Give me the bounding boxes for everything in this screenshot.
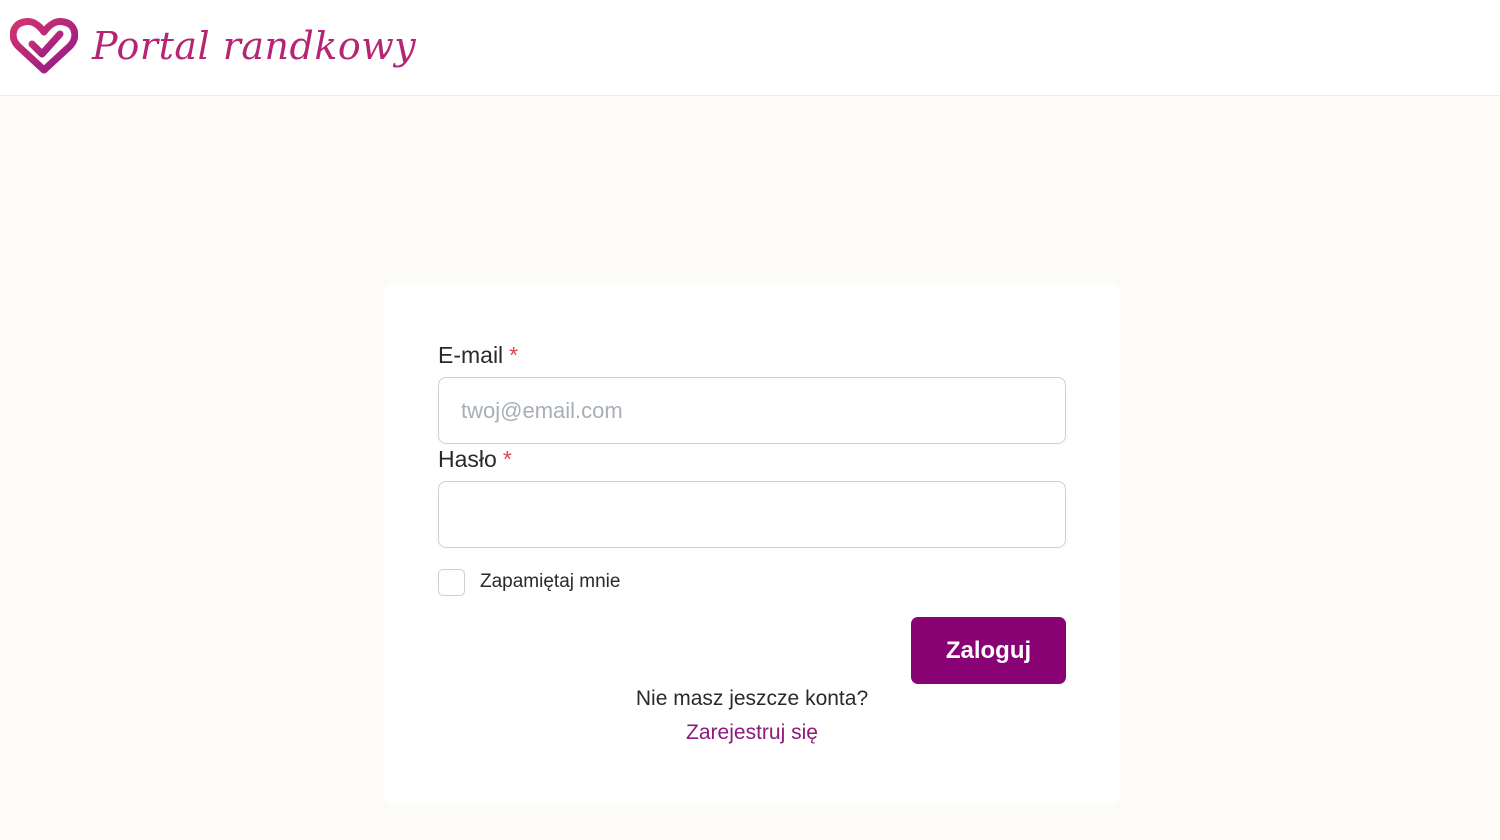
email-label: E-mail * — [438, 342, 518, 369]
login-card: E-mail* Hasło* Zapamiętaj mnie Zaloguj N… — [384, 284, 1120, 804]
logo-text: Portal randkowy — [92, 24, 417, 68]
main-content: E-mail* Hasło* Zapamiętaj mnie Zaloguj N… — [0, 97, 1500, 840]
password-label: Hasło * — [438, 446, 512, 473]
heart-logo-icon — [9, 16, 79, 81]
email-label-text: E-mail — [438, 342, 504, 368]
site-logo[interactable]: Portal randkowy — [9, 16, 417, 88]
required-mark: * — [509, 342, 519, 368]
remember-me-checkbox[interactable] — [438, 569, 465, 596]
password-field[interactable] — [438, 481, 1066, 548]
site-header: Portal randkowy — [0, 0, 1500, 96]
password-label-text: Hasło — [438, 446, 497, 472]
email-field[interactable] — [438, 377, 1066, 444]
register-link[interactable]: Zarejestruj się — [384, 721, 1120, 745]
remember-me-label[interactable]: Zapamiętaj mnie — [480, 571, 620, 593]
no-account-text: Nie masz jeszcze konta? — [635, 687, 869, 710]
required-mark: * — [502, 446, 512, 472]
login-button[interactable]: Zaloguj — [911, 617, 1066, 684]
